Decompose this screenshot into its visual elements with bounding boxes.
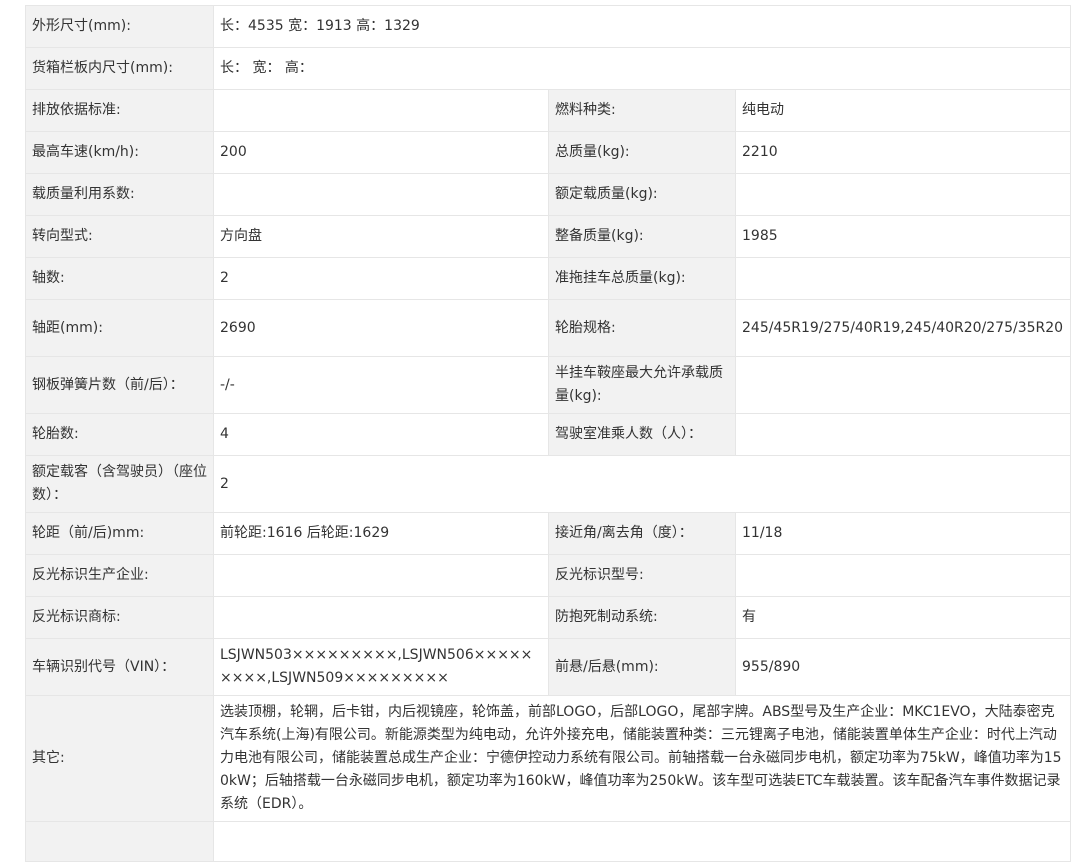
emission-standard-label: 排放依据标准: bbox=[25, 89, 214, 132]
other-value: 选装顶棚，轮辋，后卡钳，内后视镜座，轮饰盖，前部LOGO，后部LOGO，尾部字牌… bbox=[212, 695, 1072, 822]
spec-row-speed-mass: 最高车速(km/h): 200 总质量(kg): 2210 bbox=[25, 131, 1072, 174]
spec-row-leaf-springs: 钢板弹簧片数（前/后）： -/- 半挂车鞍座最大允许承载质量(kg): bbox=[25, 356, 1072, 414]
spec-row-dimensions: 外形尺寸(mm): 长：4535 宽：1913 高：1329 bbox=[25, 5, 1072, 48]
spec-row-reflector-maker: 反光标识生产企业: 反光标识型号: bbox=[25, 554, 1072, 597]
spec-row-cargo-box: 货箱栏板内尺寸(mm): 长： 宽： 高： bbox=[25, 47, 1072, 90]
spec-row-steering: 转向型式: 方向盘 整备质量(kg): 1985 bbox=[25, 215, 1072, 258]
spec-row-wheelbase: 轴距(mm): 2690 轮胎规格: 245/45R19/275/40R19,2… bbox=[25, 299, 1072, 357]
leaf-springs-label: 钢板弹簧片数（前/后）： bbox=[25, 356, 214, 414]
leaf-springs-value: -/- bbox=[213, 356, 549, 414]
trailer-mass-value bbox=[734, 257, 1072, 300]
reflector-model-value bbox=[734, 554, 1072, 597]
axle-count-label: 轴数: bbox=[25, 257, 214, 300]
abs-value: 有 bbox=[734, 596, 1072, 639]
spec-row-load-factor: 载质量利用系数: 额定载质量(kg): bbox=[25, 173, 1072, 216]
cargo-box-value: 长： 宽： 高： bbox=[212, 47, 1072, 90]
emission-standard-value bbox=[213, 89, 549, 132]
spec-row-seats: 额定载客（含驾驶员）（座位数）： 2 bbox=[25, 455, 1072, 513]
cab-capacity-label: 驾驶室准乘人数（人）： bbox=[548, 413, 736, 456]
track-width-value: 前轮距:1616 后轮距:1629 bbox=[213, 512, 549, 555]
vehicle-spec-table: 外形尺寸(mm): 长：4535 宽：1913 高：1329 货箱栏板内尺寸(m… bbox=[25, 5, 1072, 862]
tire-count-value: 4 bbox=[213, 413, 549, 456]
trailer-mass-label: 准拖挂车总质量(kg): bbox=[548, 257, 736, 300]
spec-row-axles: 轴数: 2 准拖挂车总质量(kg): bbox=[25, 257, 1072, 300]
wheelbase-value: 2690 bbox=[213, 299, 549, 357]
curb-mass-value: 1985 bbox=[734, 215, 1072, 258]
reflector-maker-label: 反光标识生产企业: bbox=[25, 554, 214, 597]
fuel-type-label: 燃料种类: bbox=[548, 89, 736, 132]
saddle-load-value bbox=[734, 356, 1072, 414]
steering-type-label: 转向型式: bbox=[25, 215, 214, 258]
reflector-model-label: 反光标识型号: bbox=[548, 554, 736, 597]
spec-row-emission-fuel: 排放依据标准: 燃料种类: 纯电动 bbox=[25, 89, 1072, 132]
tire-count-label: 轮胎数: bbox=[25, 413, 214, 456]
fuel-type-value: 纯电动 bbox=[734, 89, 1072, 132]
trailing-value bbox=[212, 821, 1072, 862]
steering-type-value: 方向盘 bbox=[213, 215, 549, 258]
total-mass-value: 2210 bbox=[734, 131, 1072, 174]
axle-count-value: 2 bbox=[213, 257, 549, 300]
reflector-brand-value bbox=[213, 596, 549, 639]
spec-row-vin: 车辆识别代号（VIN）： LSJWN503×××××××××,LSJWN506×… bbox=[25, 638, 1072, 696]
reflector-maker-value bbox=[213, 554, 549, 597]
vin-value: LSJWN503×××××××××,LSJWN506×××××××××,LSJW… bbox=[213, 638, 549, 696]
wheelbase-label: 轴距(mm): bbox=[25, 299, 214, 357]
overhang-label: 前悬/后悬(mm): bbox=[548, 638, 736, 696]
total-mass-label: 总质量(kg): bbox=[548, 131, 736, 174]
approach-departure-value: 11/18 bbox=[734, 512, 1072, 555]
load-factor-value bbox=[213, 173, 549, 216]
tire-spec-label: 轮胎规格: bbox=[548, 299, 736, 357]
dimensions-value: 长：4535 宽：1913 高：1329 bbox=[212, 5, 1072, 48]
spec-row-track: 轮距（前/后)mm: 前轮距:1616 后轮距:1629 接近角/离去角（度）：… bbox=[25, 512, 1072, 555]
abs-label: 防抱死制动系统: bbox=[548, 596, 736, 639]
rated-passengers-value: 2 bbox=[212, 455, 1072, 513]
load-factor-label: 载质量利用系数: bbox=[25, 173, 214, 216]
saddle-load-label: 半挂车鞍座最大允许承载质量(kg): bbox=[548, 356, 736, 414]
cargo-box-label: 货箱栏板内尺寸(mm): bbox=[25, 47, 214, 90]
track-width-label: 轮距（前/后)mm: bbox=[25, 512, 214, 555]
spec-row-reflector-brand: 反光标识商标: 防抱死制动系统: 有 bbox=[25, 596, 1072, 639]
max-speed-label: 最高车速(km/h): bbox=[25, 131, 214, 174]
reflector-brand-label: 反光标识商标: bbox=[25, 596, 214, 639]
cab-capacity-value bbox=[734, 413, 1072, 456]
approach-departure-label: 接近角/离去角（度）： bbox=[548, 512, 736, 555]
max-speed-value: 200 bbox=[213, 131, 549, 174]
rated-load-value bbox=[734, 173, 1072, 216]
spec-row-tires: 轮胎数: 4 驾驶室准乘人数（人）： bbox=[25, 413, 1072, 456]
other-label: 其它: bbox=[25, 695, 214, 822]
vin-label: 车辆识别代号（VIN）： bbox=[25, 638, 214, 696]
spec-row-other: 其它: 选装顶棚，轮辋，后卡钳，内后视镜座，轮饰盖，前部LOGO，后部LOGO，… bbox=[25, 695, 1072, 822]
tire-spec-value: 245/45R19/275/40R19,245/40R20/275/35R20 bbox=[734, 299, 1072, 357]
curb-mass-label: 整备质量(kg): bbox=[548, 215, 736, 258]
rated-passengers-label: 额定载客（含驾驶员）（座位数）： bbox=[25, 455, 214, 513]
spec-row-trailing bbox=[25, 821, 1072, 862]
trailing-label bbox=[25, 821, 214, 862]
overhang-value: 955/890 bbox=[734, 638, 1072, 696]
rated-load-label: 额定载质量(kg): bbox=[548, 173, 736, 216]
dimensions-label: 外形尺寸(mm): bbox=[25, 5, 214, 48]
